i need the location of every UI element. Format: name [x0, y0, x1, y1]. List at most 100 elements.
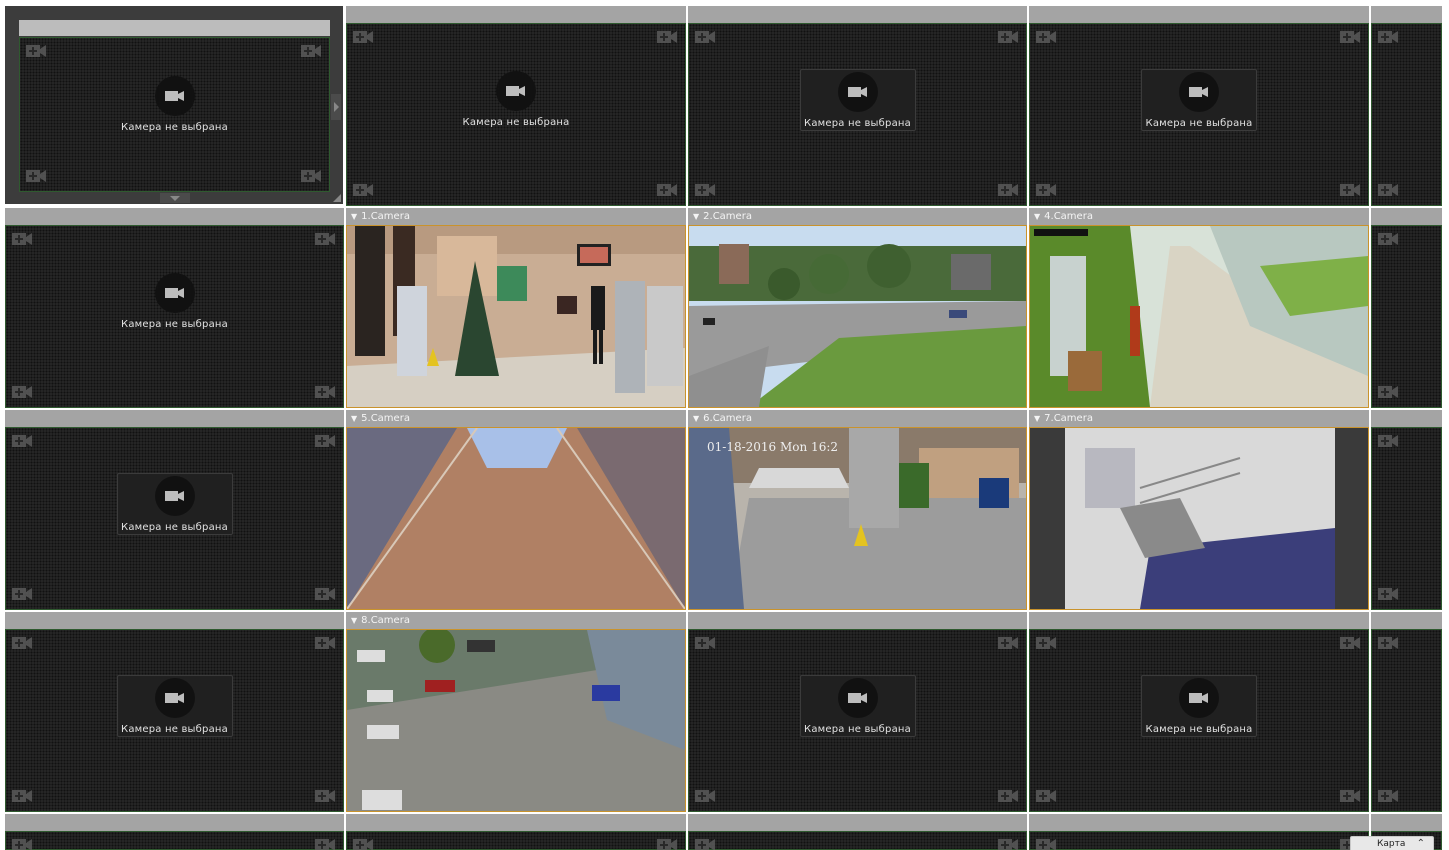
cell-title-bar[interactable]: [1029, 612, 1369, 629]
cell-title-bar[interactable]: [346, 6, 686, 23]
add-camera-icon[interactable]: [314, 635, 338, 653]
dropdown-triangle-icon[interactable]: ▼: [351, 612, 357, 629]
add-camera-icon[interactable]: [314, 384, 338, 402]
layout-cell[interactable]: [1029, 814, 1369, 850]
camera-title-bar[interactable]: ▼ 6.Camera: [688, 410, 1027, 427]
cell-title-bar[interactable]: [688, 6, 1027, 23]
expand-down-handle[interactable]: [160, 193, 190, 203]
empty-slot[interactable]: Камера не выбрана: [116, 473, 233, 536]
camera-video-feed[interactable]: 01-18-2016 Mon 16:2: [688, 427, 1027, 610]
cell-viewport[interactable]: [1029, 831, 1369, 850]
cell-title-bar[interactable]: [5, 814, 344, 831]
empty-slot[interactable]: Камера не выбрана: [799, 675, 916, 738]
cell-title-bar[interactable]: [1371, 6, 1442, 23]
layout-cell[interactable]: Камера не выбрана: [1029, 612, 1369, 812]
cell-viewport[interactable]: [346, 831, 686, 850]
cell-title-bar[interactable]: [1029, 814, 1369, 831]
layout-cell[interactable]: Камера не выбрана: [688, 612, 1027, 812]
camera-cell-5[interactable]: ▼ 5.Camera: [346, 410, 686, 610]
layout-cell[interactable]: [1371, 612, 1442, 812]
cell-viewport[interactable]: [1371, 427, 1442, 610]
add-camera-icon[interactable]: [25, 168, 49, 186]
add-camera-icon[interactable]: [11, 384, 35, 402]
add-camera-icon[interactable]: [694, 29, 718, 47]
add-camera-icon[interactable]: [314, 837, 338, 850]
cell-title-bar[interactable]: [1371, 410, 1442, 427]
add-camera-icon[interactable]: [656, 837, 680, 850]
cell-viewport[interactable]: Камера не выбрана: [5, 427, 344, 610]
camera-cell-7[interactable]: ▼ 7.Camera: [1029, 410, 1369, 610]
camera-video-feed[interactable]: [346, 427, 686, 610]
empty-slot[interactable]: Камера не выбрана: [116, 675, 233, 738]
add-camera-icon[interactable]: [11, 788, 35, 806]
add-camera-icon[interactable]: [314, 231, 338, 249]
layout-cell[interactable]: [1371, 208, 1442, 408]
camera-video-feed[interactable]: [1029, 427, 1369, 610]
add-camera-icon[interactable]: [11, 837, 35, 850]
add-camera-icon[interactable]: [1377, 231, 1401, 249]
add-camera-icon[interactable]: [656, 29, 680, 47]
add-camera-icon[interactable]: [352, 837, 376, 850]
add-camera-icon[interactable]: [1377, 788, 1401, 806]
layout-cell[interactable]: Камера не выбрана: [346, 6, 686, 206]
cell-viewport[interactable]: Камера не выбрана: [5, 225, 344, 408]
camera-cell-4[interactable]: ▼ 4.Camera: [1029, 208, 1369, 408]
add-camera-icon[interactable]: [1377, 182, 1401, 200]
cell-viewport[interactable]: Камера не выбрана: [5, 629, 344, 812]
camera-title-bar[interactable]: ▼ 4.Camera: [1029, 208, 1369, 225]
camera-title-bar[interactable]: ▼ 2.Camera: [688, 208, 1027, 225]
empty-slot[interactable]: Камера не выбрана: [799, 69, 916, 132]
add-camera-icon[interactable]: [1035, 29, 1059, 47]
focused-cell-viewport[interactable]: Камера не выбрана: [19, 37, 330, 192]
empty-slot[interactable]: Камера не выбрана: [117, 74, 233, 136]
cell-viewport[interactable]: [1371, 629, 1442, 812]
cell-title-bar[interactable]: [346, 814, 686, 831]
add-camera-icon[interactable]: [1339, 635, 1363, 653]
add-camera-icon[interactable]: [997, 182, 1021, 200]
add-camera-icon[interactable]: [694, 837, 718, 850]
cell-viewport[interactable]: Камера не выбрана: [688, 629, 1027, 812]
map-button[interactable]: Карта ⌃: [1350, 836, 1434, 850]
camera-cell-1[interactable]: ▼ 1.Camera: [346, 208, 686, 408]
add-camera-icon[interactable]: [352, 182, 376, 200]
camera-title-bar[interactable]: ▼ 7.Camera: [1029, 410, 1369, 427]
resize-handle[interactable]: [331, 192, 341, 202]
cell-title-bar[interactable]: [688, 612, 1027, 629]
add-camera-icon[interactable]: [1377, 635, 1401, 653]
cell-title-bar[interactable]: [5, 208, 344, 225]
add-camera-icon[interactable]: [1377, 586, 1401, 604]
cell-viewport[interactable]: [688, 831, 1027, 850]
add-camera-icon[interactable]: [314, 586, 338, 604]
add-camera-icon[interactable]: [997, 837, 1021, 850]
add-camera-icon[interactable]: [314, 788, 338, 806]
add-camera-icon[interactable]: [997, 635, 1021, 653]
empty-slot[interactable]: Камера не выбрана: [1141, 69, 1257, 132]
cell-viewport[interactable]: [1371, 23, 1442, 206]
layout-cell[interactable]: [1371, 410, 1442, 610]
layout-cell[interactable]: [346, 814, 686, 850]
expand-right-handle[interactable]: [331, 94, 341, 120]
add-camera-icon[interactable]: [694, 788, 718, 806]
camera-cell-6[interactable]: ▼ 6.Camera 01-18-2016 Mon 16:2: [688, 410, 1027, 610]
add-camera-icon[interactable]: [11, 231, 35, 249]
dropdown-triangle-icon[interactable]: ▼: [1034, 208, 1040, 225]
camera-title-bar[interactable]: ▼ 8.Camera: [346, 612, 686, 629]
cell-title-bar[interactable]: [5, 410, 344, 427]
cell-viewport[interactable]: [5, 831, 344, 850]
layout-cell[interactable]: [1371, 6, 1442, 206]
add-camera-icon[interactable]: [1035, 182, 1059, 200]
cell-viewport[interactable]: Камера не выбрана: [346, 23, 686, 206]
cell-viewport[interactable]: Камера не выбрана: [1029, 629, 1369, 812]
cell-viewport[interactable]: Камера не выбрана: [1029, 23, 1369, 206]
cell-viewport[interactable]: Камера не выбрана: [688, 23, 1027, 206]
layout-cell[interactable]: Камера не выбрана: [1029, 6, 1369, 206]
camera-title-bar[interactable]: ▼ 1.Camera: [346, 208, 686, 225]
cell-title-bar[interactable]: [1371, 208, 1442, 225]
focused-cell[interactable]: Камера не выбрана: [5, 6, 343, 204]
empty-slot[interactable]: Камера не выбрана: [1141, 675, 1257, 738]
add-camera-icon[interactable]: [1035, 635, 1059, 653]
add-camera-icon[interactable]: [1377, 384, 1401, 402]
dropdown-triangle-icon[interactable]: ▼: [693, 208, 699, 225]
camera-video-feed[interactable]: [346, 225, 686, 408]
camera-video-feed[interactable]: [688, 225, 1027, 408]
